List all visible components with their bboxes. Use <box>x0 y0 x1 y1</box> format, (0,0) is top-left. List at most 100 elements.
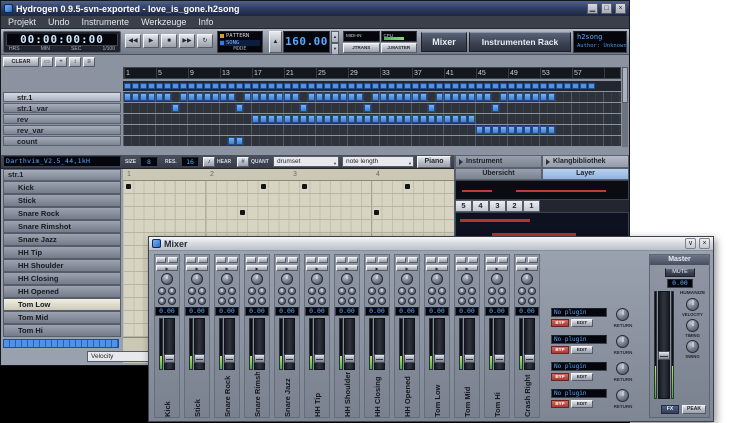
song-cell[interactable] <box>252 93 259 101</box>
minimize-icon[interactable]: ▁ <box>587 3 598 14</box>
song-cell[interactable] <box>380 115 387 123</box>
fx-send-knob[interactable] <box>408 297 416 305</box>
rack-tab[interactable]: Instrument <box>455 155 542 168</box>
play-sample-icon[interactable]: ▶ <box>156 265 178 271</box>
fx-send-knob[interactable] <box>408 287 416 295</box>
tape-cell[interactable] <box>244 83 251 89</box>
fx-send-knob[interactable] <box>438 297 446 305</box>
pan-knob[interactable] <box>191 273 203 285</box>
tape-cell[interactable] <box>460 83 467 89</box>
tape-cell[interactable] <box>228 83 235 89</box>
shade-icon[interactable]: ∨ <box>685 238 696 249</box>
tape-cell[interactable] <box>580 83 587 89</box>
song-cell[interactable] <box>364 115 371 123</box>
hear-notes-icon[interactable]: ♪ <box>203 157 215 167</box>
fader-handle[interactable] <box>434 354 445 363</box>
song-cell[interactable] <box>484 93 491 101</box>
draw-mode-icon[interactable]: + <box>55 57 67 67</box>
fx-send-knob[interactable] <box>308 297 316 305</box>
song-cell[interactable] <box>492 126 499 134</box>
tape-cell[interactable] <box>436 83 443 89</box>
tape-cell[interactable] <box>532 83 539 89</box>
fx-return-knob[interactable] <box>616 335 629 348</box>
volume-fader[interactable] <box>314 318 325 370</box>
song-cell[interactable] <box>420 93 427 101</box>
tape-cell[interactable] <box>164 83 171 89</box>
tape-cell[interactable] <box>348 83 355 89</box>
play-sample-icon[interactable]: ▶ <box>516 265 538 271</box>
solo-button[interactable] <box>258 257 268 263</box>
tape-cell[interactable] <box>452 83 459 89</box>
song-cell[interactable] <box>316 115 323 123</box>
fx-send-knob[interactable] <box>398 287 406 295</box>
fader-handle[interactable] <box>464 354 475 363</box>
note[interactable] <box>374 210 379 215</box>
fx-send-knob[interactable] <box>168 297 176 305</box>
layer-select-button[interactable]: 5 <box>455 200 472 212</box>
song-cell[interactable] <box>180 93 187 101</box>
song-cell[interactable] <box>476 126 483 134</box>
fx-send-knob[interactable] <box>158 297 166 305</box>
bpm-spinner[interactable]: ▲ ▼ <box>331 31 339 53</box>
tape-cell[interactable] <box>476 83 483 89</box>
song-cell[interactable] <box>316 93 323 101</box>
fx-send-knob[interactable] <box>428 297 436 305</box>
song-cell[interactable] <box>308 115 315 123</box>
master-volume-fader[interactable] <box>658 291 670 399</box>
song-cell[interactable] <box>236 104 243 112</box>
tape-cell[interactable] <box>260 83 267 89</box>
fx-send-knob[interactable] <box>198 287 206 295</box>
song-cell[interactable] <box>420 115 427 123</box>
fader-handle[interactable] <box>164 354 175 363</box>
song-cell[interactable] <box>444 115 451 123</box>
instrument-name[interactable]: Snare Jazz <box>3 233 121 246</box>
tape-cell[interactable] <box>236 83 243 89</box>
fader-handle[interactable] <box>344 354 355 363</box>
tape-cell[interactable] <box>156 83 163 89</box>
fx-send-knob[interactable] <box>488 297 496 305</box>
fx-send-knob[interactable] <box>218 297 226 305</box>
tape-cell[interactable] <box>332 83 339 89</box>
song-cell[interactable] <box>172 104 179 112</box>
note-length-combo[interactable]: note length ▼ <box>342 156 414 167</box>
song-cell[interactable] <box>196 93 203 101</box>
fx-send-knob[interactable] <box>228 287 236 295</box>
fx-send-knob[interactable] <box>338 287 346 295</box>
tape-cell[interactable] <box>268 83 275 89</box>
piano-roll-button[interactable]: Piano <box>417 156 451 168</box>
solo-button[interactable] <box>318 257 328 263</box>
tape-cell[interactable] <box>420 83 427 89</box>
mute-button[interactable] <box>186 257 196 263</box>
instrument-name[interactable]: HH Tip <box>3 246 121 259</box>
tape-cell[interactable] <box>428 83 435 89</box>
pattern-list-item[interactable]: count <box>3 136 121 146</box>
play-sample-icon[interactable]: ▶ <box>396 265 418 271</box>
song-cell[interactable] <box>140 93 147 101</box>
pan-knob[interactable] <box>371 273 383 285</box>
song-ruler[interactable]: 159131721252933374145495357 <box>123 67 621 79</box>
play-sample-icon[interactable]: ▶ <box>366 265 388 271</box>
song-grid-row[interactable] <box>123 103 621 113</box>
metronome-icon[interactable]: ▲ <box>269 31 282 53</box>
song-cell[interactable] <box>484 126 491 134</box>
song-cell[interactable] <box>268 93 275 101</box>
jack-transport-button[interactable]: JTRANS <box>343 43 380 54</box>
fader-handle[interactable] <box>284 354 295 363</box>
note-grid-row[interactable] <box>123 194 454 207</box>
song-cell[interactable] <box>220 93 227 101</box>
song-cell[interactable] <box>340 93 347 101</box>
fx-send-knob[interactable] <box>228 297 236 305</box>
fader-handle[interactable] <box>374 354 385 363</box>
song-cell[interactable] <box>404 93 411 101</box>
solo-button[interactable] <box>198 257 208 263</box>
song-cell[interactable] <box>132 93 139 101</box>
fx-send-knob[interactable] <box>258 287 266 295</box>
note-grid-row[interactable] <box>123 207 454 220</box>
song-cell[interactable] <box>436 93 443 101</box>
fx-send-knob[interactable] <box>378 287 386 295</box>
fader-handle[interactable] <box>254 354 265 363</box>
song-scrollbar-thumb[interactable] <box>622 67 628 103</box>
fx-send-knob[interactable] <box>188 297 196 305</box>
song-cell[interactable] <box>396 115 403 123</box>
tape-cell[interactable] <box>324 83 331 89</box>
